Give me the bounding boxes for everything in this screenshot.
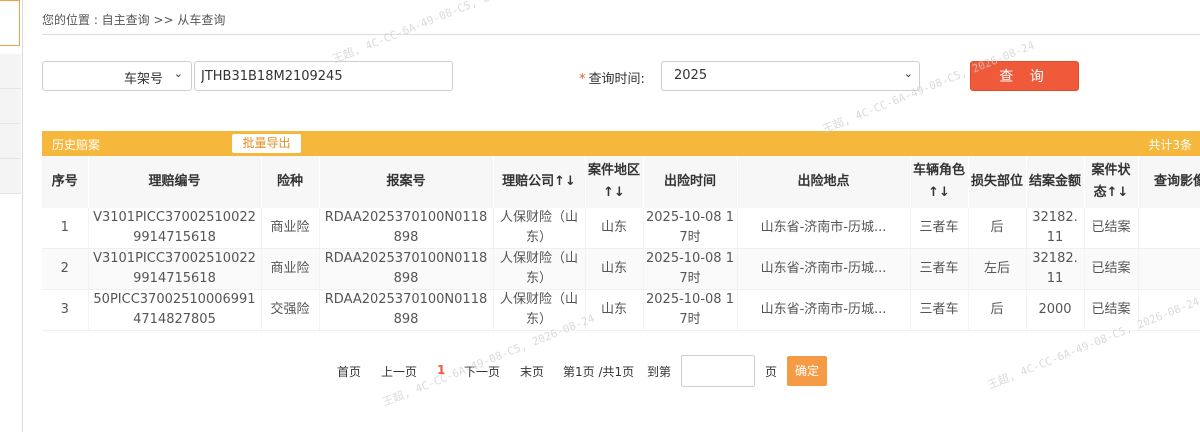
cell-part: 后: [968, 289, 1027, 331]
col-header-sortable[interactable]: 车辆角色↑↓: [910, 156, 969, 208]
query-time-select[interactable]: 2025 ⌄: [661, 61, 920, 91]
cell-status: 已结案: [1084, 289, 1139, 331]
cell-region: 山东: [585, 248, 644, 290]
col-header-sortable[interactable]: 案件状态↑↓: [1084, 156, 1139, 208]
cell-amount: 32182.11: [1026, 208, 1085, 249]
col-header: 出险时间: [643, 156, 738, 208]
pagination: 首页 上一页 1 下一页 末页 第1页 /共1页 到第 页 确定: [0, 355, 1200, 387]
col-header: 出险地点: [737, 156, 911, 208]
cell-time: 2025-10-08 17时: [643, 289, 738, 331]
claims-table: 序号 理赔编号 险种 报案号 理赔公司↑↓ 案件地区↑↓ 出险时间 出险地点 车…: [42, 156, 1200, 331]
goto-confirm-button[interactable]: 确定: [787, 356, 827, 386]
sidebar-item[interactable]: [0, 124, 21, 159]
cell-status: 已结案: [1084, 208, 1139, 249]
cell-part: 后: [968, 208, 1027, 249]
cell-location: 山东省-济南市-历城...: [737, 208, 911, 249]
cell-image[interactable]: [1138, 248, 1200, 290]
vin-input[interactable]: [194, 61, 453, 91]
cell-role: 三者车: [910, 208, 969, 249]
col-header: 理赔编号: [88, 156, 262, 208]
col-header: 险种: [261, 156, 320, 208]
history-claims-bar: 历史赔案 批量导出 共计3条: [42, 131, 1200, 156]
cell-role: 三者车: [910, 248, 969, 290]
cell-claim-no: V3101PICC370025100229914715618: [88, 248, 262, 290]
cell-no: 3: [42, 289, 89, 331]
cell-company: 人保财险（山东）: [493, 289, 586, 331]
cell-insurance: 商业险: [261, 248, 320, 290]
breadcrumb: 您的位置 : 自主查询 >> 从车查询: [42, 13, 226, 27]
query-button[interactable]: 查 询: [970, 61, 1079, 91]
query-time-label-text: 查询时间:: [588, 72, 645, 87]
cell-report-no: RDAA2025370100N0118898: [319, 208, 494, 249]
sidebar-item[interactable]: [0, 89, 21, 124]
col-header-sortable[interactable]: 案件地区↑↓: [585, 156, 644, 208]
cell-image[interactable]: [1138, 208, 1200, 249]
sidebar-item[interactable]: [0, 159, 21, 194]
table-row[interactable]: 1 V3101PICC370025100229914715618 商业险 RDA…: [42, 208, 1200, 249]
cell-status: 已结案: [1084, 248, 1139, 290]
table-row[interactable]: 2 V3101PICC370025100229914715618 商业险 RDA…: [42, 248, 1200, 290]
cell-claim-no: 50PICC370025100069914714827805: [88, 289, 262, 331]
cell-amount: 2000: [1026, 289, 1085, 331]
cell-part: 左后: [968, 248, 1027, 290]
goto-page-input[interactable]: [681, 355, 755, 387]
chevron-down-icon: ⌄: [903, 67, 913, 80]
cell-region: 山东: [585, 208, 644, 249]
cell-location: 山东省-济南市-历城...: [737, 248, 911, 290]
table-header-row: 序号 理赔编号 险种 报案号 理赔公司↑↓ 案件地区↑↓ 出险时间 出险地点 车…: [42, 156, 1200, 208]
cell-time: 2025-10-08 17时: [643, 208, 738, 249]
cell-company: 人保财险（山东）: [493, 208, 586, 249]
cell-no: 1: [42, 208, 89, 249]
last-page-link[interactable]: 末页: [520, 363, 544, 380]
chevron-down-icon: ⌄: [173, 67, 183, 80]
cell-region: 山东: [585, 289, 644, 331]
cell-location: 山东省-济南市-历城...: [737, 289, 911, 331]
next-page-link[interactable]: 下一页: [464, 363, 500, 380]
cell-report-no: RDAA2025370100N0118898: [319, 289, 494, 331]
sidebar-active-item[interactable]: [0, 0, 20, 46]
col-header: 结案金额: [1026, 156, 1085, 208]
field-type-select[interactable]: 车架号 ⌄: [42, 61, 192, 91]
required-mark: *: [579, 72, 586, 87]
section-title: 历史赔案: [52, 138, 101, 152]
col-header: 序号: [42, 156, 89, 208]
first-page-link[interactable]: 首页: [337, 363, 361, 380]
col-header-sortable[interactable]: 理赔公司↑↓: [493, 156, 586, 208]
cell-claim-no: V3101PICC370025100229914715618: [88, 208, 262, 249]
cell-amount: 32182.11: [1026, 248, 1085, 290]
col-header: 报案号: [319, 156, 494, 208]
cell-no: 2: [42, 248, 89, 290]
page-unit-label: 页: [765, 365, 778, 379]
total-count: 共计3条: [1148, 138, 1192, 152]
table-row[interactable]: 3 50PICC370025100069914714827805 交强险 RDA…: [42, 289, 1200, 331]
header-divider: [42, 34, 1200, 35]
query-time-label: * 查询时间:: [579, 68, 645, 87]
cell-role: 三者车: [910, 289, 969, 331]
field-type-value: 车架号: [123, 72, 163, 87]
batch-export-button[interactable]: 批量导出: [232, 134, 301, 153]
cell-image[interactable]: [1138, 289, 1200, 331]
cell-insurance: 交强险: [261, 289, 320, 331]
goto-label: 到第: [647, 365, 672, 379]
page-info: 第1页 /共1页: [563, 365, 635, 379]
prev-page-link[interactable]: 上一页: [381, 363, 417, 380]
cell-company: 人保财险（山东）: [493, 248, 586, 290]
cell-time: 2025-10-08 17时: [643, 248, 738, 290]
sidebar-item[interactable]: [0, 54, 21, 89]
cell-report-no: RDAA2025370100N0118898: [319, 248, 494, 290]
query-time-value: 2025: [674, 68, 708, 83]
col-header: 损失部位: [968, 156, 1027, 208]
cell-insurance: 商业险: [261, 208, 320, 249]
current-page[interactable]: 1: [437, 363, 445, 377]
col-header: 查询影像: [1138, 156, 1200, 208]
